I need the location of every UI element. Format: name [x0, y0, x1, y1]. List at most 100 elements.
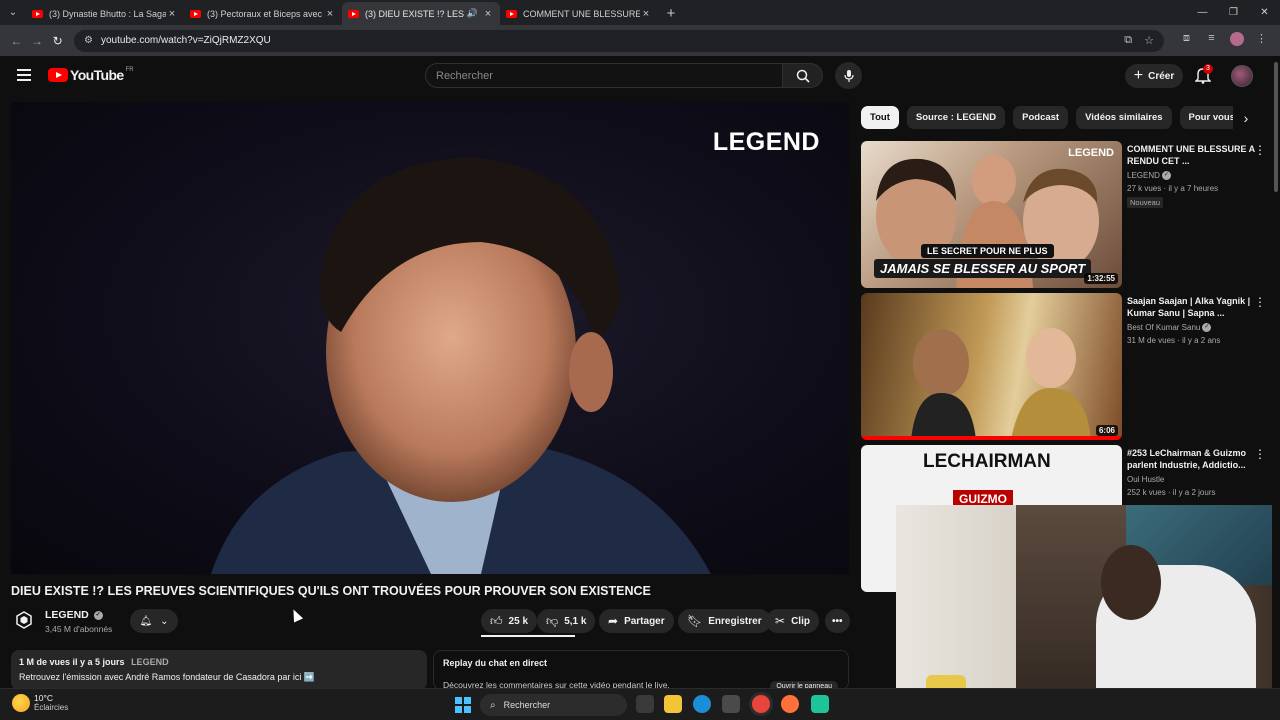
minimize-icon[interactable]: — [1187, 0, 1218, 25]
youtube-play-icon [48, 68, 68, 82]
recommendation-channel[interactable]: LEGEND ✓ [1127, 171, 1171, 181]
audio-playing-icon[interactable]: 🔊 [467, 8, 478, 19]
tab-title: COMMENT UNE BLESSURE A R [523, 8, 640, 19]
recommendation-title[interactable]: COMMENT UNE BLESSURE A RENDU CET ... [1127, 143, 1257, 167]
streamer-head [1101, 545, 1161, 620]
extensions-icon[interactable]: ⧈ [1174, 32, 1199, 49]
voice-search-button[interactable] [835, 62, 862, 89]
window-controls: — ❐ ✕ [1187, 0, 1280, 25]
chip-podcast[interactable]: Podcast [1013, 106, 1069, 129]
app-icon[interactable] [811, 695, 829, 713]
install-app-icon[interactable]: ⧉ [1124, 34, 1132, 47]
notifications-button[interactable]: 3 [1194, 64, 1213, 86]
create-button[interactable]: + Créer [1125, 64, 1183, 88]
profile-icon[interactable] [1224, 32, 1249, 49]
firefox-browser-icon[interactable] [781, 695, 799, 713]
chrome-browser-icon[interactable] [752, 695, 770, 713]
browser-menu-icon[interactable]: ⋮ [1249, 32, 1274, 49]
video-thumbnail[interactable]: 6:06 [861, 293, 1122, 440]
legend-logo-icon [16, 611, 32, 629]
youtube-favicon-icon [190, 9, 201, 18]
site-info-icon[interactable]: ⚙ [84, 35, 93, 46]
close-tab-icon[interactable]: × [166, 8, 178, 20]
youtube-logo[interactable]: YouTube FR [48, 67, 134, 83]
media-controls-icon[interactable]: ≡ [1199, 32, 1224, 49]
weather-temperature: 10°C [34, 693, 53, 703]
chip-source-legend[interactable]: Source : LEGEND [906, 106, 1006, 129]
page-scrollbar[interactable] [1272, 56, 1280, 688]
tab-search-icon[interactable]: ⌄ [0, 0, 26, 25]
recommendation-channel[interactable]: Best Of Kumar Sanu ✓ [1127, 323, 1212, 333]
recommendation-item[interactable]: LEGEND LE SECRET POUR NE PLUS JAMAIS SE … [861, 141, 1266, 289]
search-button[interactable] [783, 63, 823, 88]
like-count: 25 k [508, 615, 529, 627]
new-tab-button[interactable]: + [658, 2, 684, 25]
forward-icon[interactable]: → [27, 34, 48, 48]
save-button[interactable]: 🔖︎ Enregistrer [678, 609, 771, 633]
url-text[interactable]: youtube.com/watch?v=ZiQjRMZ2XQU [101, 35, 1112, 46]
recommendation-title[interactable]: Saajan Saajan | Alka Yagnik | Kumar Sanu… [1127, 295, 1257, 319]
file-explorer-icon[interactable] [664, 695, 682, 713]
browser-tab-4[interactable]: COMMENT UNE BLESSURE A R × [500, 2, 658, 25]
recommendation-channel[interactable]: Oui Hustle [1127, 475, 1164, 484]
close-tab-icon[interactable]: × [640, 8, 652, 20]
reload-icon[interactable]: ↻ [47, 34, 68, 48]
chevron-right-icon[interactable]: › [1236, 108, 1256, 128]
thumbnail-text: LECHAIRMAN [923, 451, 1051, 472]
chip-all[interactable]: Tout [861, 106, 899, 129]
recommendation-item[interactable]: 6:06 Saajan Saajan | Alka Yagnik | Kumar… [861, 293, 1266, 441]
more-horizontal-icon: ••• [832, 615, 843, 627]
more-vertical-icon[interactable]: ⋮ [1254, 447, 1266, 461]
share-label: Partager [624, 615, 665, 627]
views-date: 1 M de vues il y a 5 jours [19, 657, 125, 667]
dislike-button[interactable]: 👎︎ 5,1 k [537, 609, 596, 633]
subscription-bell-button[interactable]: 🔔︎ ⌄ [130, 609, 178, 633]
more-vertical-icon[interactable]: ⋮ [1254, 295, 1266, 309]
restore-icon[interactable]: ❐ [1218, 0, 1249, 25]
channel-avatar[interactable] [13, 609, 35, 631]
like-button[interactable]: 👍︎ 25 k [481, 609, 538, 633]
close-window-icon[interactable]: ✕ [1249, 0, 1280, 25]
windows-taskbar: 10°C Éclaircies ⌕ Rechercher [0, 688, 1280, 720]
store-icon[interactable] [722, 695, 740, 713]
bookmark-star-icon[interactable]: ☆ [1144, 34, 1154, 47]
verified-icon: ✓ [93, 610, 103, 620]
taskbar-search-label: Rechercher [503, 700, 551, 710]
description-channel: LEGEND [131, 657, 169, 667]
recommendation-title[interactable]: #253 LeChairman & Guizmo parlent Industr… [1127, 447, 1257, 471]
browser-tab-3-active[interactable]: (3) DIEU EXISTE !? LES PREU 🔊 × [342, 2, 500, 25]
task-view-icon[interactable] [636, 695, 654, 713]
weather-widget[interactable]: 10°C Éclaircies [12, 693, 68, 713]
hamburger-menu-icon[interactable] [17, 69, 31, 81]
video-thumbnail[interactable]: LEGEND LE SECRET POUR NE PLUS JAMAIS SE … [861, 141, 1122, 288]
chip-similar-videos[interactable]: Vidéos similaires [1076, 106, 1172, 129]
chip-for-you[interactable]: Pour vous [1179, 106, 1233, 129]
clip-button[interactable]: ✂ Clip [766, 609, 819, 633]
chevron-down-icon: ⌄ [160, 615, 169, 627]
microphone-icon [843, 69, 854, 82]
address-bar[interactable]: ⚙ youtube.com/watch?v=ZiQjRMZ2XQU ⧉ ☆ [74, 29, 1165, 52]
video-duration: 6:06 [1095, 425, 1118, 436]
close-tab-icon[interactable]: × [482, 8, 494, 20]
channel-text: Best Of Kumar Sanu [1127, 323, 1201, 332]
bell-icon: 🔔︎ [139, 615, 153, 627]
search-input[interactable]: Rechercher [425, 63, 783, 88]
more-vertical-icon[interactable]: ⋮ [1254, 143, 1266, 157]
browser-tab-1[interactable]: (3) Dynastie Bhutto : La Saga Sa × [26, 2, 184, 25]
edge-browser-icon[interactable] [693, 695, 711, 713]
mouse-cursor-icon [288, 607, 304, 623]
youtube-favicon-icon [506, 9, 517, 18]
notification-badge: 3 [1203, 64, 1213, 74]
video-description[interactable]: 1 M de vues il y a 5 jours LEGEND Retrou… [11, 650, 427, 690]
browser-tab-2[interactable]: (3) Pectoraux et Biceps avec Tib × [184, 2, 342, 25]
back-icon[interactable]: ← [6, 34, 27, 48]
close-tab-icon[interactable]: × [324, 8, 336, 20]
windows-start-icon[interactable] [455, 697, 471, 713]
more-actions-button[interactable]: ••• [825, 609, 850, 633]
share-button[interactable]: ➦ Partager [599, 609, 674, 633]
account-avatar[interactable] [1231, 65, 1253, 87]
thumbnail-brand: LEGEND [1068, 147, 1114, 159]
channel-name[interactable]: LEGEND ✓ [45, 609, 103, 621]
taskbar-search[interactable]: ⌕ Rechercher [480, 694, 627, 716]
video-player[interactable]: LEGEND [11, 102, 849, 574]
